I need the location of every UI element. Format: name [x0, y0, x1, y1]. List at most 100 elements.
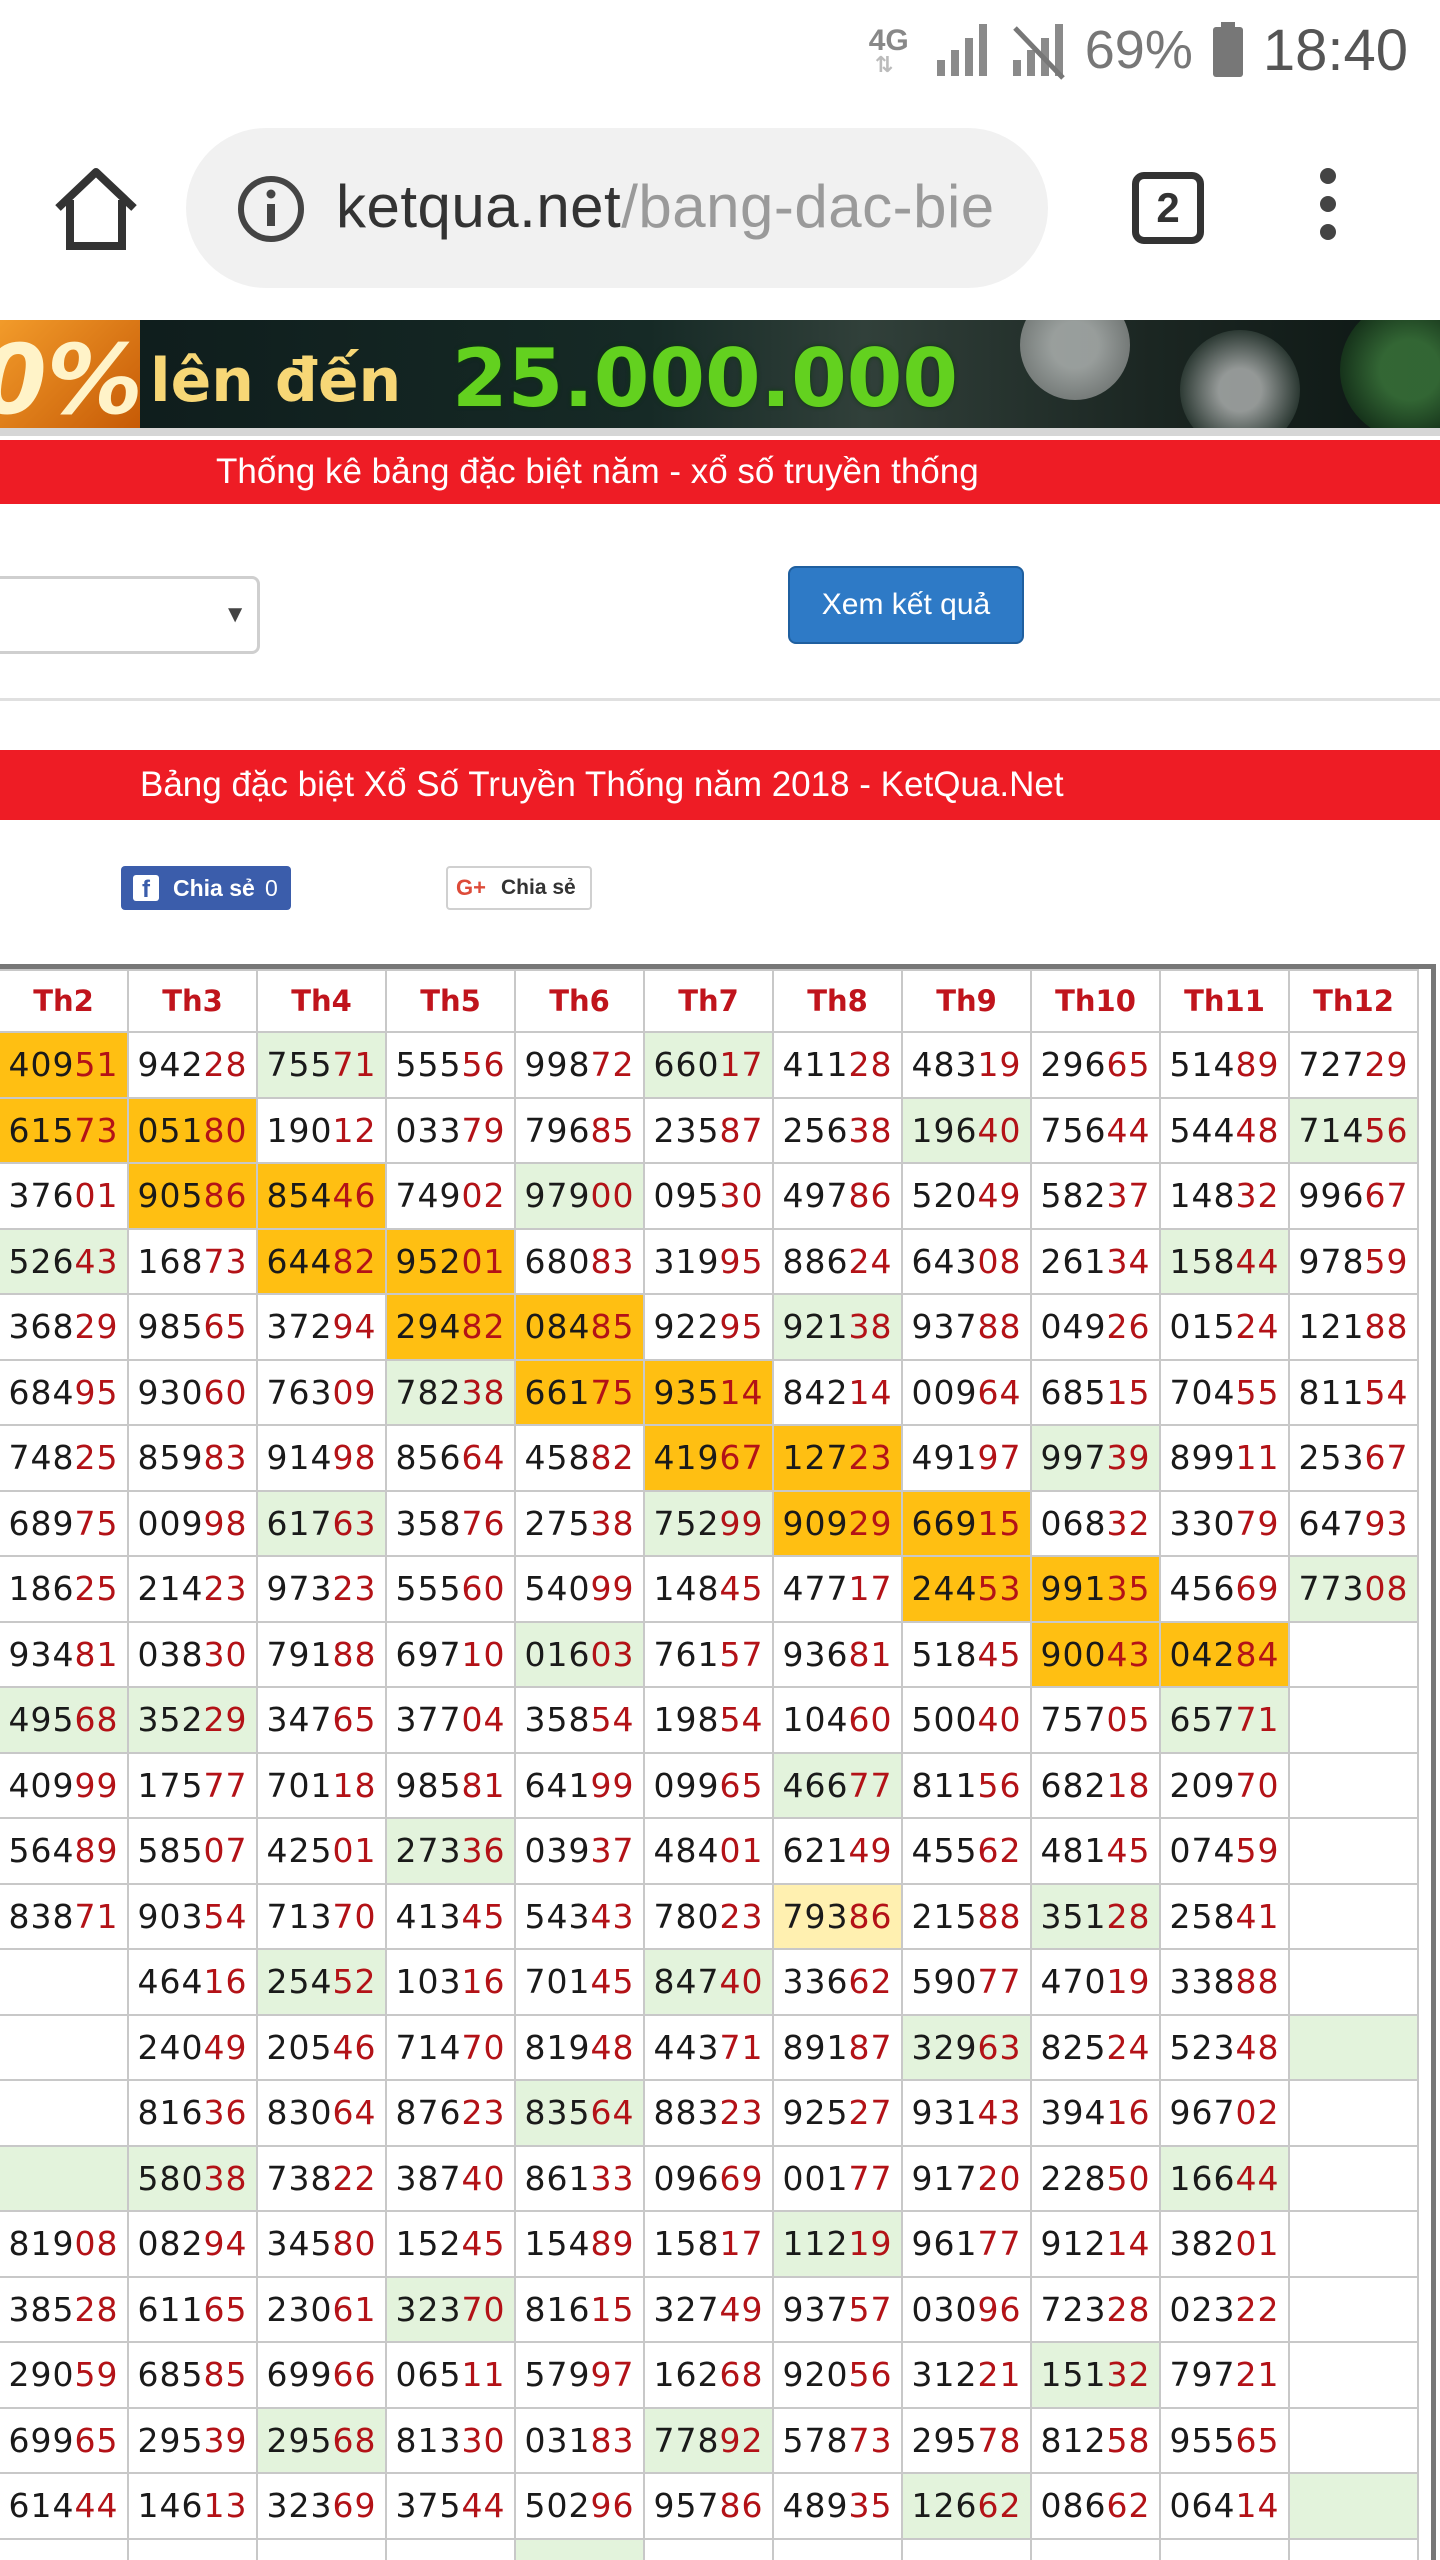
- result-cell: 58507: [127, 1817, 258, 1885]
- url-text[interactable]: ketqua.net/bang-dac-bie: [336, 172, 995, 241]
- number-tail: 09: [332, 1372, 377, 1412]
- promo-banner[interactable]: 0% lên đến 25.000.000: [0, 320, 1440, 430]
- chip-decoration: [1020, 320, 1130, 400]
- number-tail: 23: [332, 1569, 377, 1609]
- number-head: 723: [1040, 2289, 1107, 2329]
- number-tail: 69: [1235, 1569, 1280, 1609]
- number-head: 813: [395, 2420, 462, 2460]
- number-head: 082: [137, 2224, 204, 2264]
- number-tail: 65: [74, 2420, 119, 2460]
- number-head: 095: [653, 1176, 720, 1216]
- number-head: 856: [395, 1438, 462, 1478]
- number-head: 680: [524, 1241, 591, 1281]
- number-tail: 75: [590, 1372, 635, 1412]
- number-tail: 40: [719, 1962, 764, 2002]
- facebook-share-button[interactable]: f Chia sẻ 0: [121, 866, 291, 910]
- number-head: 190: [266, 1110, 333, 1150]
- result-cell: 47019: [1030, 1948, 1161, 2016]
- number-head: 009: [137, 1503, 204, 1543]
- result-cell: 90586: [127, 1162, 258, 1230]
- google-plus-share-button[interactable]: G+ Chia sẻ: [446, 866, 592, 910]
- address-bar[interactable]: ketqua.net/bang-dac-bie: [186, 128, 1048, 288]
- number-head: 290: [8, 2355, 75, 2395]
- table-row: 36829 98565 37294 29482 08485 92295 92138 93788…: [0, 1293, 1419, 1361]
- number-tail: 64: [977, 1372, 1022, 1412]
- number-tail: 51: [74, 1045, 119, 1085]
- number-head: 883: [653, 2093, 720, 2133]
- result-cell: 74825: [0, 1424, 129, 1492]
- number-tail: 21: [1235, 2355, 1280, 2395]
- number-head: 985: [395, 1765, 462, 1805]
- result-cell: 11219: [772, 2210, 903, 2278]
- number-tail: 28: [74, 2289, 119, 2329]
- number-tail: 43: [1106, 1634, 1151, 1674]
- result-cell: 03937: [514, 1817, 645, 1885]
- result-cell: 68083: [514, 1227, 645, 1295]
- number-head: 152: [395, 2224, 462, 2264]
- number-head: 009: [911, 1372, 978, 1412]
- number-tail: 96: [977, 2289, 1022, 2329]
- result-cell: 89911: [1159, 1424, 1290, 1492]
- number-head: 738: [266, 2158, 333, 2198]
- number-head: 644: [266, 1241, 333, 1281]
- number-head: 835: [524, 2093, 591, 2133]
- result-cell: 04926: [1030, 1293, 1161, 1361]
- number-tail: 97: [977, 1438, 1022, 1478]
- number-head: 780: [653, 1896, 720, 1936]
- number-tail: 87: [719, 1110, 764, 1150]
- number-head: 578: [782, 2420, 849, 2460]
- number-tail: 37: [1106, 1176, 1151, 1216]
- result-cell: 24049: [127, 2013, 258, 2081]
- result-cell: 04284: [1159, 1620, 1290, 1688]
- info-icon[interactable]: [236, 174, 306, 244]
- result-cell: 70118: [256, 1751, 387, 1819]
- number-tail: 00: [590, 1176, 635, 1216]
- number-tail: 15: [1106, 1372, 1151, 1412]
- number-tail: 56: [977, 1765, 1022, 1805]
- result-cell: [1288, 2275, 1419, 2343]
- number-tail: 86: [848, 1896, 893, 1936]
- number-tail: 14: [1106, 2224, 1151, 2264]
- number-tail: 05: [1106, 1700, 1151, 1740]
- menu-icon[interactable]: [1310, 168, 1346, 252]
- year-select[interactable]: ▼: [0, 576, 260, 654]
- result-cell: 56489: [0, 1817, 129, 1885]
- number-head: 615: [8, 1110, 75, 1150]
- table-row: 46416 25452 10316 70145 84740 33662 59077 47019…: [0, 1948, 1419, 2016]
- result-cell: 27336: [385, 1817, 516, 1885]
- number-tail: 48: [590, 2027, 635, 2067]
- result-cell: 33888: [1159, 1948, 1290, 2016]
- number-head: 713: [266, 1896, 333, 1936]
- number-head: 148: [653, 1569, 720, 1609]
- number-tail: 48: [1235, 1110, 1280, 1150]
- number-tail: 78: [977, 2420, 1022, 2460]
- result-cell: [1288, 1751, 1419, 1819]
- tabs-button[interactable]: 2: [1132, 172, 1204, 244]
- number-head: 295: [137, 2420, 204, 2460]
- result-cell: [1288, 1686, 1419, 1754]
- number-head: 001: [782, 2158, 849, 2198]
- view-results-button[interactable]: Xem kết quả: [788, 566, 1024, 644]
- number-tail: 11: [461, 2355, 506, 2395]
- home-icon[interactable]: [52, 164, 140, 252]
- number-head: 643: [911, 1241, 978, 1281]
- column-header: Th4: [256, 969, 387, 1033]
- result-cell: 35229: [127, 1686, 258, 1754]
- number-tail: 65: [203, 2289, 248, 2329]
- number-head: 757: [1040, 1700, 1107, 1740]
- number-head: 154: [524, 2224, 591, 2264]
- result-cell: 78023: [643, 1882, 774, 1950]
- number-tail: 30: [719, 1176, 764, 1216]
- number-tail: 85: [590, 1307, 635, 1347]
- number-head: 294: [395, 1307, 462, 1347]
- number-tail: 18: [332, 1765, 377, 1805]
- result-cell: 85664: [385, 1424, 516, 1492]
- table-row: 58038 73822 38740 86133 09669 00177 91720 22850…: [0, 2144, 1419, 2212]
- results-table-container[interactable]: Th2 Th3 Th4 Th5 Th6 Th7 Th8 Th9 Th10 Th11 Th12 409…: [0, 964, 1436, 2560]
- number-tail: 28: [848, 1045, 893, 1085]
- result-cell: 23587: [643, 1096, 774, 1164]
- result-cell: 38528: [0, 2275, 129, 2343]
- number-head: 244: [911, 1569, 978, 1609]
- result-cell: 46416: [127, 1948, 258, 2016]
- number-tail: 24: [848, 1241, 893, 1281]
